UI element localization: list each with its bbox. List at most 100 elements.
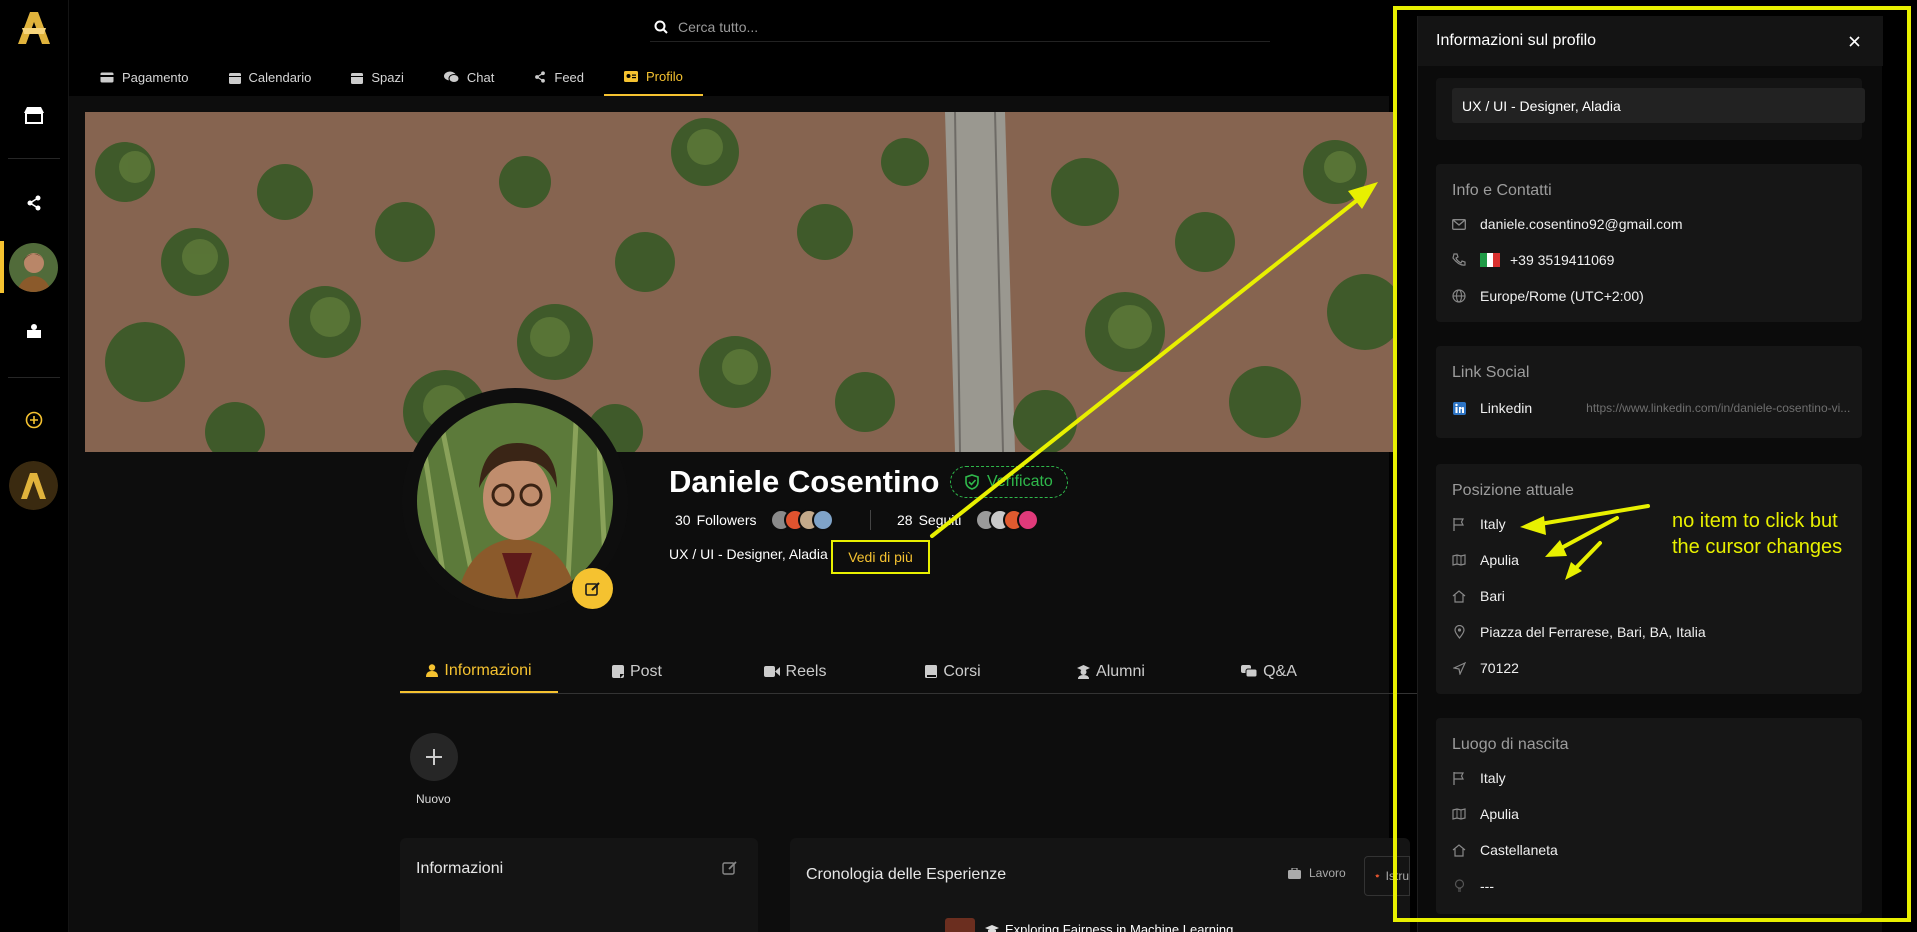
verified-badge: Verificato [950,466,1068,498]
graduation-cap-icon [1375,874,1380,878]
home-icon [1452,843,1466,857]
tab-reels[interactable]: Reels [716,650,874,693]
tab-label: Pagamento [122,69,189,85]
annotation-note-line1: no item to click but [1672,510,1838,532]
tab-chat[interactable]: Chat [424,58,514,96]
search-input[interactable]: Cerca tutto... [678,19,758,35]
current-city: Bari [1452,588,1505,604]
tab-pagamento[interactable]: Pagamento [80,58,209,96]
linkedin-icon [1452,401,1466,415]
tab-post[interactable]: Post [558,650,716,693]
tab-label: Spazi [371,69,404,85]
tab-label: Q&A [1263,662,1297,680]
address-value: Piazza del Ferrarese, Bari, BA, Italia [1480,624,1706,640]
comments-icon [1241,665,1258,678]
postal-code-value: 70122 [1480,660,1519,676]
job-section: UX / UI - Designer, Aladia [1436,78,1865,140]
add-circle-icon[interactable] [17,403,51,437]
mail-icon [1452,217,1466,231]
followers-avatars [770,509,835,531]
tab-alumni[interactable]: Alumni [1032,650,1190,693]
tab-label: Profilo [646,68,683,84]
following-avatars [975,509,1040,531]
following-link[interactable]: 28 Seguiti [897,509,1040,531]
birth-city-value: Castellaneta [1480,842,1558,858]
experience-item[interactable]: Exploring Fairness in Machine Learning [985,922,1233,932]
note-icon [611,665,624,678]
global-search[interactable]: Cerca tutto... [650,12,1270,42]
following-count: 28 [897,512,913,528]
contacts-section: Info e Contatti daniele.cosentino92@gmai… [1436,164,1862,322]
followers-label: Followers [696,512,757,528]
search-icon [654,20,668,34]
birth-country-value: Italy [1480,770,1506,786]
birth-country: Italy [1452,770,1506,786]
timezone-value: Europe/Rome (UTC+2:00) [1480,288,1644,304]
followers-link[interactable]: 30 Followers [675,509,835,531]
annotation-note: no item to click but the cursor changes [1672,508,1842,560]
credit-card-icon [100,72,114,82]
tab-spazi[interactable]: Spazi [331,58,424,96]
id-card-icon [624,70,639,82]
book-icon [925,665,938,678]
linkedin-link[interactable]: Linkedin https://www.linkedin.com/in/dan… [1452,400,1850,416]
tab-label: Alumni [1096,662,1145,680]
following-label: Seguiti [918,512,962,528]
birthplace-title: Luogo di nascita [1452,736,1569,753]
cover-photo [85,112,1395,452]
home-icon [1452,589,1466,603]
see-more-link[interactable]: Vedi di più [831,540,930,574]
contact-email: daniele.cosentino92@gmail.com [1452,216,1683,232]
tab-label: Informazioni [444,661,532,679]
current-address: Piazza del Ferrarese, Bari, BA, Italia [1452,624,1706,640]
rail-profile-avatar[interactable] [9,243,58,292]
phone-icon [1452,253,1466,267]
shield-check-icon [965,474,979,490]
city-value: Bari [1480,588,1505,604]
video-icon [763,666,780,677]
calendar-icon [228,72,241,84]
close-icon [1848,35,1860,47]
tab-feed[interactable]: Feed [514,58,604,96]
tab-label: Reels [785,662,827,680]
country-value: Italy [1480,516,1506,532]
edit-info-button[interactable] [722,860,738,881]
tab-label: Feed [554,69,585,85]
left-rail [0,0,69,932]
share-icon[interactable] [17,186,51,220]
current-position-title: Posizione attuale [1452,482,1574,499]
email-value: daniele.cosentino92@gmail.com [1480,216,1683,232]
location-pin-icon [1452,625,1466,639]
share-icon [535,71,546,83]
tab-corsi[interactable]: Corsi [874,650,1032,693]
filter-work[interactable]: Lavoro [1288,866,1346,880]
courses-icon[interactable] [17,314,51,348]
store-icon[interactable] [17,98,51,132]
current-postal-code: 70122 [1452,660,1519,676]
new-story-button[interactable] [410,733,458,781]
close-panel-button[interactable] [1844,31,1864,51]
experience-thumb [945,918,975,932]
panel-header: Informazioni sul profilo [1418,16,1883,66]
tab-calendario[interactable]: Calendario [209,58,332,96]
edit-avatar-button[interactable] [572,568,613,609]
verified-label: Verificato [987,473,1053,490]
flag-icon [1452,771,1466,785]
calendar-icon [351,72,364,84]
aladia-logo[interactable] [12,6,56,50]
birth-place: --- [1452,878,1494,894]
phone-value: +39 3519411069 [1510,252,1615,268]
tab-qa[interactable]: Q&A [1190,650,1348,693]
organization-avatar[interactable] [9,461,58,510]
profile-name: Daniele Cosentino [669,464,940,499]
filter-education[interactable]: Istru [1364,856,1410,896]
tab-label: Calendario [248,69,312,85]
panel-title: Informazioni sul profilo [1436,32,1597,49]
birthplace-section: Luogo di nascita Italy Apulia Castellane… [1436,718,1862,914]
tab-profilo[interactable]: Profilo [604,58,703,96]
tab-informazioni[interactable]: Informazioni [400,650,558,693]
user-icon [426,664,439,677]
job-title-field: UX / UI - Designer, Aladia [1452,88,1865,123]
italy-flag-icon [1480,253,1501,267]
top-navigation: Pagamento Calendario Spazi Chat Feed Pro… [80,58,703,96]
